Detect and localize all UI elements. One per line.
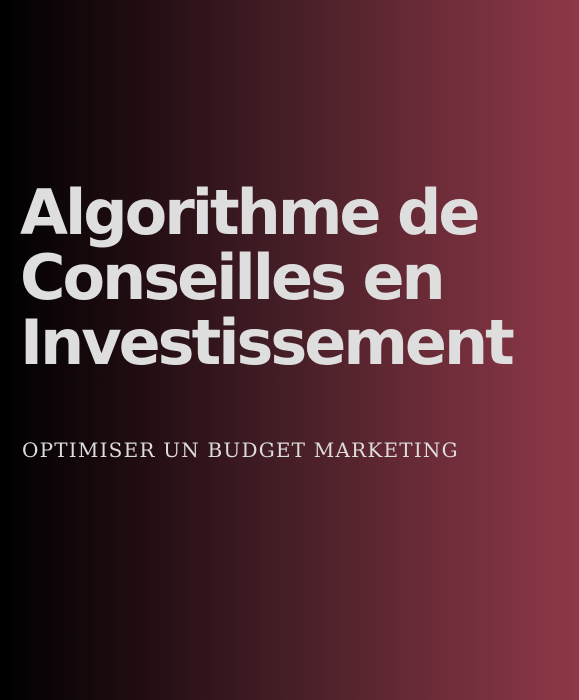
page-title: Algorithme de Conseilles en Investisseme… — [20, 180, 575, 375]
subtitle: OPTIMISER UN BUDGET MARKETING — [22, 438, 459, 462]
title-line-2: Conseilles en — [20, 241, 446, 314]
title-line-1: Algorithme de — [20, 176, 480, 249]
title-line-3: Investissement — [20, 306, 515, 379]
poster: Algorithme de Conseilles en Investisseme… — [0, 0, 579, 700]
